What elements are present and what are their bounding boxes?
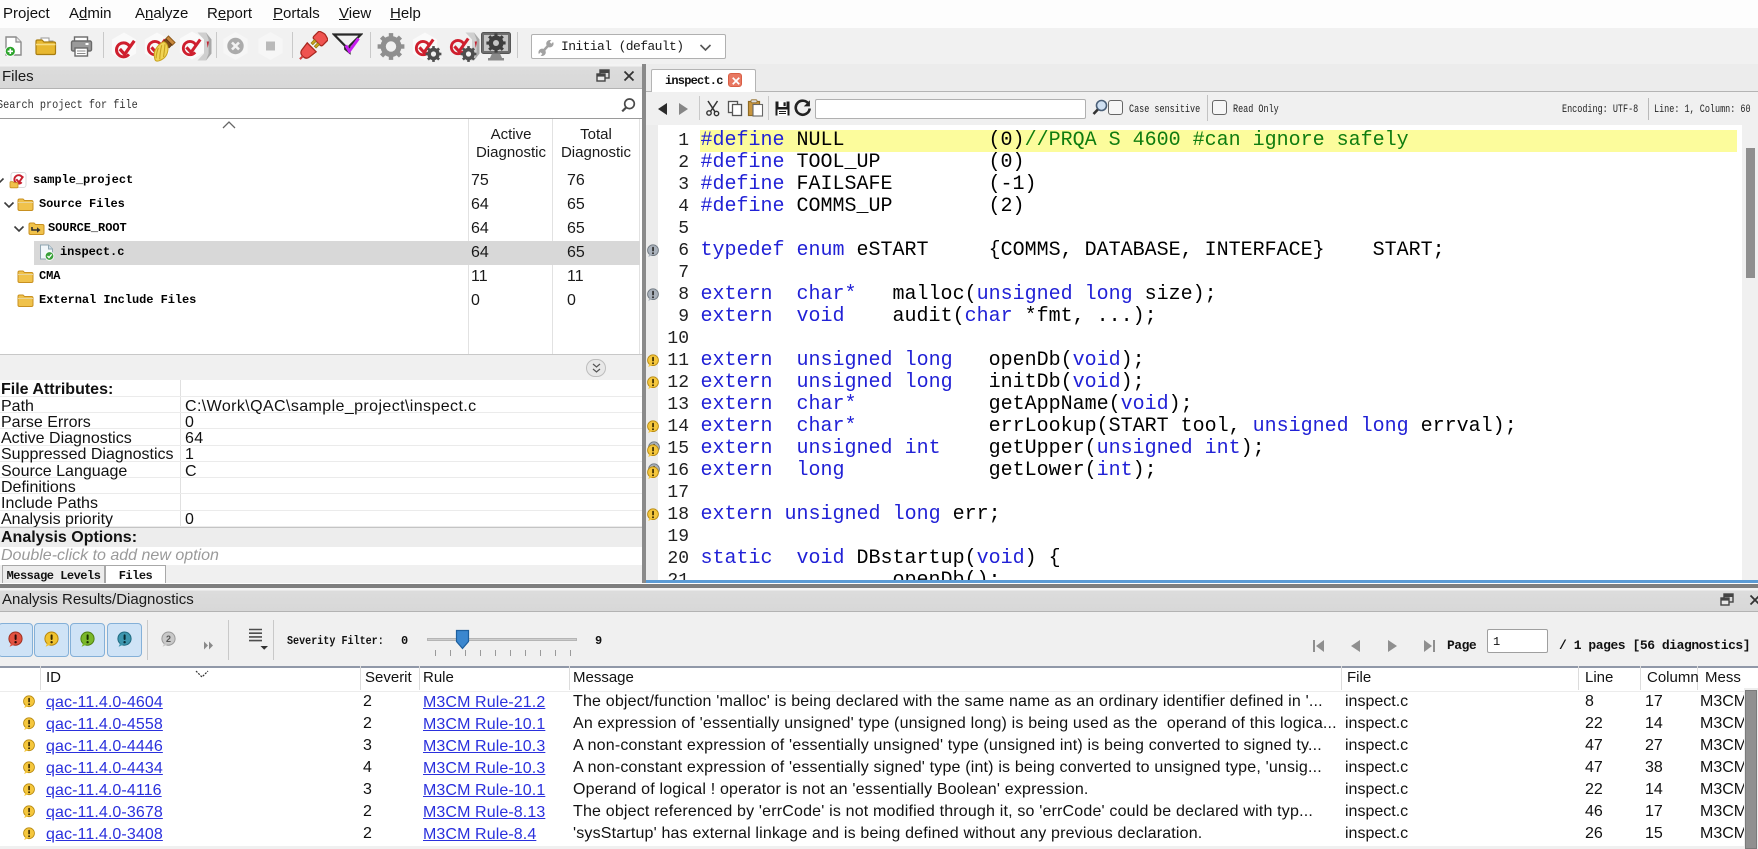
svg-text:2: 2 — [166, 634, 171, 644]
